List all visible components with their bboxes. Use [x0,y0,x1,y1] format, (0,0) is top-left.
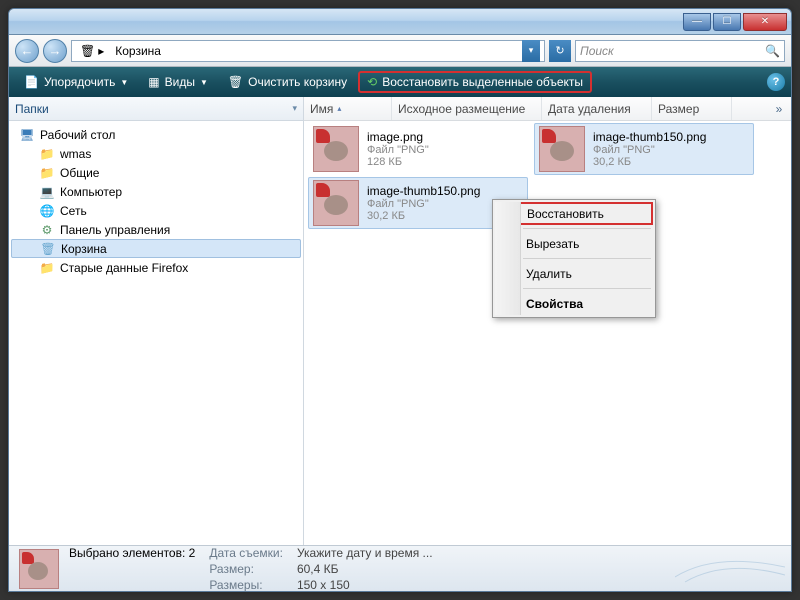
tree-item-сеть[interactable]: 🌐Сеть [11,201,301,220]
titlebar: — ☐ ✕ [9,9,791,35]
folder-tree: 🖥Рабочий стол📁wmas📁Общие💻Компьютер🌐Сеть⚙… [9,121,303,281]
folder-icon: 📁 [39,260,55,276]
minimize-button[interactable]: — [683,13,711,31]
folder-icon: 📁 [39,146,55,162]
file-thumbnail [539,126,585,172]
content-pane: Имя Исходное размещение Дата удаления Ра… [304,97,791,545]
restore-icon: ⟲ [367,75,377,89]
menu-separator [523,258,651,259]
help-button[interactable]: ? [767,73,785,91]
tree-item-общие[interactable]: 📁Общие [11,163,301,182]
context-menu-gutter [495,202,521,315]
column-name[interactable]: Имя [304,97,392,120]
network-icon: 🌐 [39,203,55,219]
desktop-icon: 🖥 [19,127,35,143]
column-original-location[interactable]: Исходное размещение [392,97,542,120]
file-thumbnail [313,126,359,172]
search-placeholder: Поиск [580,44,614,58]
close-button[interactable]: ✕ [743,13,787,31]
explorer-window: — ☐ ✕ ← → 🗑 ▸ Корзина ▾ ↻ Поиск 🔍 📄 Упор… [8,8,792,592]
command-bar: 📄 Упорядочить ▼ ▦ Виды ▼ 🗑 Очистить корз… [9,67,791,97]
address-dropdown[interactable]: ▾ [522,40,540,62]
file-name: image-thumb150.png [367,184,480,198]
file-thumbnail [313,180,359,226]
more-columns-button[interactable]: » [767,102,791,116]
search-icon: 🔍 [765,44,780,58]
address-root[interactable]: 🗑 ▸ [76,41,111,61]
file-name: image-thumb150.png [593,130,706,144]
chevron-down-icon: ▼ [120,78,128,87]
tree-item-рабочий-стол[interactable]: 🖥Рабочий стол [11,125,301,144]
organize-icon: 📄 [24,75,39,89]
tree-item-корзина[interactable]: 🗑Корзина [11,239,301,258]
file-size: 30,2 КБ [593,156,706,168]
column-date-deleted[interactable]: Дата удаления [542,97,652,120]
organize-button[interactable]: 📄 Упорядочить ▼ [15,71,137,93]
restore-selected-button[interactable]: ⟲ Восстановить выделенные объекты [358,71,592,93]
forward-button[interactable]: → [43,39,67,63]
details-thumbnail [19,549,59,589]
main-area: Папки ▾ 🖥Рабочий стол📁wmas📁Общие💻Компьют… [9,97,791,545]
tree-item-старые-данные-firefox[interactable]: 📁Старые данные Firefox [11,258,301,277]
tree-item-компьютер[interactable]: 💻Компьютер [11,182,301,201]
file-size: 30,2 КБ [367,210,480,222]
file-list[interactable]: image.pngФайл "PNG"128 КБimage-thumb150.… [304,121,791,545]
chevron-down-icon: ▼ [200,78,208,87]
menu-separator [523,228,651,229]
recycle-icon: 🗑 [40,241,56,257]
details-text: Выбрано элементов: 2 Дата съемки: Укажит… [69,546,447,592]
file-item[interactable]: image-thumb150.pngФайл "PNG"30,2 КБ [534,123,754,175]
file-name: image.png [367,130,429,144]
details-pane: Выбрано элементов: 2 Дата съемки: Укажит… [9,545,791,591]
chevron-down-icon: ▾ [292,103,297,114]
empty-recycle-button[interactable]: 🗑 Очистить корзину [219,71,356,93]
maximize-button[interactable]: ☐ [713,13,741,31]
file-size: 128 КБ [367,156,429,168]
trash-icon: 🗑 [228,75,243,89]
column-size[interactable]: Размер [652,97,732,120]
folders-header[interactable]: Папки ▾ [9,97,303,121]
file-type: Файл "PNG" [367,198,480,210]
decorative-swoosh [675,547,785,585]
computer-icon: 💻 [39,184,55,200]
views-button[interactable]: ▦ Виды ▼ [139,71,217,93]
address-bar[interactable]: 🗑 ▸ Корзина ▾ [71,40,545,62]
chevron-right-icon: ▸ [98,44,104,58]
address-segment[interactable]: Корзина [111,41,168,61]
selection-count: Выбрано элементов: 2 [69,546,195,560]
file-type: Файл "PNG" [367,144,429,156]
tree-item-wmas[interactable]: 📁wmas [11,144,301,163]
views-icon: ▦ [148,75,159,89]
tree-item-панель-управления[interactable]: ⚙Панель управления [11,220,301,239]
recycle-bin-icon: 🗑 [80,44,95,58]
back-button[interactable]: ← [15,39,39,63]
search-input[interactable]: Поиск 🔍 [575,40,785,62]
nav-pane: Папки ▾ 🖥Рабочий стол📁wmas📁Общие💻Компьют… [9,97,304,545]
column-headers: Имя Исходное размещение Дата удаления Ра… [304,97,791,121]
refresh-button[interactable]: ↻ [549,40,571,62]
context-menu: ВосстановитьВырезатьУдалитьСвойства [492,199,656,318]
menu-separator [523,288,651,289]
file-type: Файл "PNG" [593,144,706,156]
control-icon: ⚙ [39,222,55,238]
file-item[interactable]: image.pngФайл "PNG"128 КБ [308,123,528,175]
folder-icon: 📁 [39,165,55,181]
nav-bar: ← → 🗑 ▸ Корзина ▾ ↻ Поиск 🔍 [9,35,791,67]
